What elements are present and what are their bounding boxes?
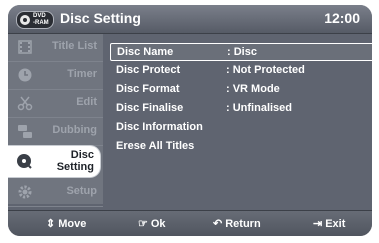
badge-top-text: DVD (33, 13, 46, 19)
dvd-ram-badge: DVD -RAM (16, 11, 54, 29)
menu-row-key: Disc Name (117, 46, 174, 58)
sidebar-item-disc-setting[interactable]: Disc Setting (8, 146, 100, 177)
hint-return-label: Return (225, 218, 261, 230)
menu-row-key: Erese All Titles (116, 140, 195, 152)
dubbing-icon (18, 125, 32, 138)
menu-row-value: : Unfinalised (226, 102, 293, 114)
sidebar-item-label: Title List (51, 40, 97, 52)
ok-icon: ☞ (138, 218, 148, 230)
sidebar-item-setup[interactable]: Setup (8, 179, 103, 207)
sidebar-item-label: Edit (76, 96, 97, 108)
clock: 12:00 (324, 10, 360, 26)
sidebar-item-label: Setup (66, 185, 97, 197)
clock-icon (18, 68, 32, 82)
menu-row-erase-all-titles[interactable]: Erese All Titles (110, 138, 372, 156)
gear-icon (18, 185, 32, 199)
osd-window: DVD -RAM Disc Setting 12:00 Title List T… (8, 5, 372, 236)
badge-bottom-text: -RAM (33, 20, 49, 26)
menu-row-key: Disc Information (116, 121, 203, 133)
header-bar: DVD -RAM Disc Setting 12:00 (8, 5, 372, 34)
sidebar-item-label: Timer (67, 68, 97, 80)
menu-row-disc-name[interactable]: Disc Name : Disc (110, 43, 372, 61)
sidebar-item-title-list[interactable]: Title List (8, 34, 103, 62)
screen: DVD -RAM Disc Setting 12:00 Title List T… (0, 0, 379, 243)
hint-exit: ⇥ Exit (313, 217, 345, 230)
disc-icon (17, 154, 32, 169)
menu-row-disc-format[interactable]: Disc Format : VR Mode (110, 81, 372, 99)
menu-row-disc-protect[interactable]: Disc Protect : Not Protected (110, 62, 372, 80)
move-icon: ⇕ (46, 218, 56, 230)
sidebar: Title List Timer Edit Dubbing Disc Setti… (8, 34, 103, 207)
sidebar-item-label: Dubbing (52, 124, 97, 136)
sidebar-item-edit[interactable]: Edit (8, 90, 103, 118)
sidebar-item-label: Disc Setting (56, 149, 94, 173)
scissors-icon (17, 96, 33, 111)
menu-panel: Disc Name : Disc Disc Protect : Not Prot… (106, 34, 372, 204)
menu-row-value: : Not Protected (226, 64, 305, 76)
film-icon (18, 40, 32, 54)
menu-row-value: : VR Mode (226, 83, 280, 95)
sidebar-item-dubbing[interactable]: Dubbing (8, 118, 103, 146)
hint-move-label: Move (58, 218, 87, 230)
menu-row-disc-information[interactable]: Disc Information (110, 119, 372, 137)
hint-ok: ☞ Ok (138, 217, 166, 230)
footer-bar: ⇕ Move ☞ Ok ↶ Return ⇥ Exit (8, 210, 372, 236)
menu-row-disc-finalise[interactable]: Disc Finalise : Unfinalised (110, 100, 372, 118)
return-icon: ↶ (213, 218, 223, 230)
hint-exit-label: Exit (325, 218, 346, 230)
hint-return: ↶ Return (213, 217, 261, 230)
hint-ok-label: Ok (150, 218, 166, 230)
hint-move: ⇕ Move (46, 217, 86, 230)
menu-row-value: : Disc (227, 46, 257, 58)
menu-row-key: Disc Finalise (116, 102, 184, 114)
menu-row-key: Disc Protect (116, 64, 181, 76)
page-title: Disc Setting (60, 10, 141, 26)
menu-row-key: Disc Format (116, 83, 180, 95)
exit-icon: ⇥ (313, 218, 323, 230)
disc-icon (20, 15, 30, 25)
sidebar-item-timer[interactable]: Timer (8, 62, 103, 90)
